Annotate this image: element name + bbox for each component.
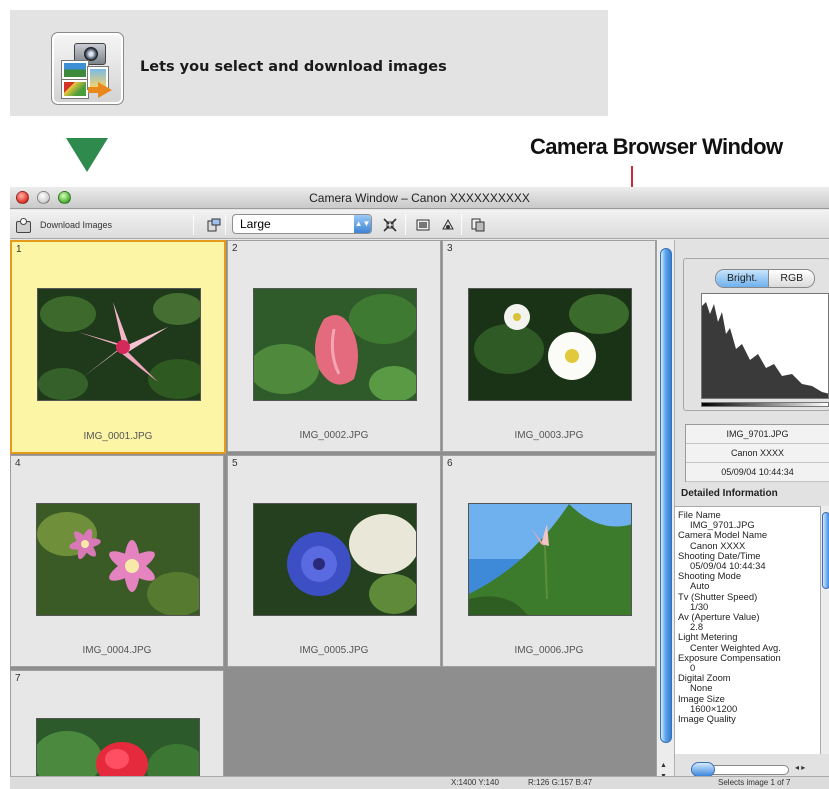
thumbnail-size-select[interactable]: Large ▲▼: [232, 214, 372, 234]
feature-banner: Lets you select and download images: [10, 10, 608, 116]
toolbar: Download Images Large ▲▼: [10, 210, 829, 239]
thumbnail-cell[interactable]: 3 IMG_0003.JPG: [442, 240, 656, 452]
thumbnail-filename: IMG_0001.JPG: [83, 431, 153, 442]
scroll-up-arrow-icon[interactable]: ▲: [660, 762, 667, 769]
detail-key: Exposure Compensation: [678, 651, 781, 663]
tab-bright[interactable]: Bright.: [716, 270, 770, 287]
thumbnail-filename: IMG_0005.JPG: [299, 645, 369, 656]
histogram-mode-toggle[interactable]: Bright. RGB: [715, 269, 816, 288]
status-selection: Selects image 1 of 7: [718, 778, 791, 787]
thumbnail-cell[interactable]: 5 IMG_0005.JPG: [227, 455, 441, 667]
print-icon[interactable]: [438, 215, 457, 234]
image-summary: IMG_9701.JPG Canon XXXX 05/09/04 10:44:3…: [685, 424, 829, 482]
thumbnail-cell[interactable]: 2 IMG_0002.JPG: [227, 240, 441, 452]
select-arrows-icon: ▲▼: [354, 215, 371, 233]
status-rgb: R:126 G:157 B:47: [528, 778, 593, 787]
thumbnail-grid: 1 IMG_0001.JPG 2 IMG_0002.JPG 3 IMG_0003…: [10, 240, 656, 789]
fit-screen-icon[interactable]: [380, 215, 399, 234]
thumbnail-number: 1: [16, 244, 22, 255]
thumbnail-filename: IMG_0006.JPG: [514, 645, 584, 656]
zoom-step-buttons[interactable]: ◂ ▸: [795, 763, 805, 772]
thumbnail-number: 6: [447, 458, 453, 469]
detail-title: Detailed Information: [681, 488, 778, 499]
download-images-button[interactable]: Download Images: [14, 214, 192, 235]
thumbnail-cell[interactable]: 7: [10, 670, 224, 789]
thumbnail-filename: IMG_0002.JPG: [299, 430, 369, 441]
red-flower-photo: [253, 288, 417, 401]
white-flower-photo: [468, 288, 632, 401]
copy-icon[interactable]: [468, 215, 487, 234]
camera-icon: [14, 217, 32, 233]
sky-flower-photo: [468, 503, 632, 616]
thumbnail-scrollbar[interactable]: ▲ ▼: [656, 240, 674, 789]
toolbar-divider: [461, 214, 462, 235]
histogram-gradient-bar: [701, 402, 829, 407]
summary-datetime: 05/09/04 10:44:34: [686, 463, 829, 482]
detail-key: Image Quality: [678, 713, 736, 725]
thumbnail-number: 4: [15, 458, 21, 469]
histogram-chart: [701, 293, 829, 399]
banner-description: Lets you select and download images: [140, 59, 447, 75]
download-images-label: Download Images: [40, 219, 113, 230]
thumbnail-number: 3: [447, 243, 453, 254]
histogram-box: Bright. RGB: [683, 258, 829, 411]
zoom-slider-thumb[interactable]: [691, 762, 715, 777]
down-arrow-icon: [66, 138, 108, 172]
cornflower-photo: [253, 503, 417, 616]
detail-scrollbar[interactable]: [820, 506, 829, 754]
window-title: Camera Window – Canon XXXXXXXXXX: [309, 191, 530, 205]
toolbar-divider: [225, 214, 226, 235]
info-panel: Bright. RGB IMG_9701.JPG Canon XXXX 05/0…: [674, 240, 829, 789]
thumbnail-number: 7: [15, 673, 21, 684]
thumbnail-number: 2: [232, 243, 238, 254]
status-coordinates: X:1400 Y:140: [451, 778, 499, 787]
camera-browser-window: Camera Window – Canon XXXXXXXXXX Downloa…: [10, 187, 829, 789]
thumbnail-cell[interactable]: 4 IMG_0004.JPG: [10, 455, 224, 667]
summary-camera: Canon XXXX: [686, 444, 829, 463]
lily-photo: [37, 288, 201, 401]
thumbnail-filename: IMG_0004.JPG: [82, 645, 152, 656]
scrollbar-thumb[interactable]: [660, 248, 672, 743]
tab-rgb[interactable]: RGB: [769, 270, 815, 287]
thumbnail-number: 5: [232, 458, 238, 469]
scrollbar-thumb[interactable]: [822, 512, 829, 589]
title-bar[interactable]: Camera Window – Canon XXXXXXXXXX: [10, 187, 829, 209]
thumbnail-cell[interactable]: 1 IMG_0001.JPG: [10, 240, 226, 454]
status-bar: X:1400 Y:140 R:126 G:157 B:47 Selects im…: [10, 776, 829, 789]
thumbnail-cell[interactable]: 6 IMG_0006.JPG: [442, 455, 656, 667]
toolbar-divider: [193, 214, 194, 235]
slideshow-icon[interactable]: [413, 215, 432, 234]
toolbar-divider: [405, 214, 406, 235]
clematis-photo: [36, 503, 200, 616]
summary-filename: IMG_9701.JPG: [686, 425, 829, 444]
detail-list: File Name IMG_9701.JPG Camera Model Name…: [675, 506, 820, 754]
rotate-icon[interactable]: [204, 215, 223, 234]
thumbnail-filename: IMG_0003.JPG: [514, 430, 584, 441]
camera-download-icon: [51, 32, 124, 105]
callout-label: Camera Browser Window: [530, 134, 783, 159]
thumbnail-size-value: Large: [240, 217, 271, 231]
